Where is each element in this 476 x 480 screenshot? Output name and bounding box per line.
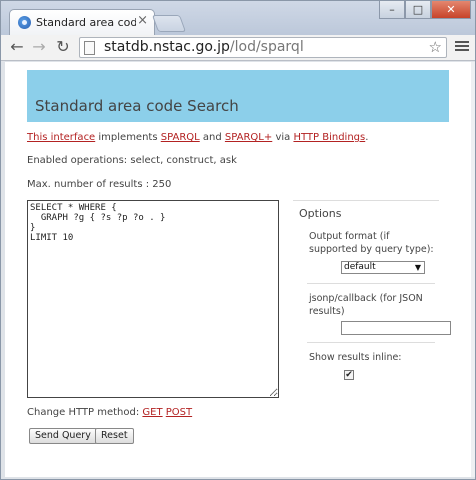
query-textarea[interactable]: SELECT * WHERE { GRAPH ?g { ?s ?p ?o . }… xyxy=(27,200,279,398)
options-title: Options xyxy=(299,207,342,220)
options-divider xyxy=(307,283,435,284)
intro-text-2: and xyxy=(199,132,225,143)
page-banner: Standard area code Search xyxy=(27,70,449,122)
browser-toolbar: ← → ↻ statdb.nstac.go.jp/lod/sparql ☆ xyxy=(1,35,475,61)
new-tab-button[interactable] xyxy=(151,15,187,32)
output-format-label: Output format (if supported by query typ… xyxy=(309,231,434,255)
url-text: statdb.nstac.go.jp/lod/sparql xyxy=(104,39,304,55)
close-window-button[interactable]: ✕ xyxy=(431,1,471,19)
intro-text-3: via xyxy=(272,132,294,143)
forward-arrow-icon[interactable]: → xyxy=(29,37,49,57)
vertical-scrollbar[interactable] xyxy=(471,62,475,477)
sparql-plus-link[interactable]: SPARQL+ xyxy=(225,132,272,143)
inline-results-label: Show results inline: xyxy=(309,352,402,363)
url-host: statdb.nstac.go.jp xyxy=(104,39,230,55)
intro-text-4: . xyxy=(365,132,369,143)
browser-window: Standard area code Sea × – □ ✕ ← → ↻ sta… xyxy=(0,0,476,480)
menu-icon[interactable] xyxy=(455,39,469,53)
enabled-operations-text: Enabled operations: select, construct, a… xyxy=(27,155,237,166)
options-divider xyxy=(307,342,435,343)
tab-title: Standard area code Sea xyxy=(36,16,136,29)
favicon-icon xyxy=(18,16,31,29)
change-method-label: Change HTTP method: xyxy=(27,407,143,418)
intro-text: This interface implements SPARQL and SPA… xyxy=(27,132,368,143)
window-controls: – □ ✕ xyxy=(379,1,471,21)
change-method-row: Change HTTP method: GET POST xyxy=(27,407,192,418)
options-panel: Options Output format (if supported by q… xyxy=(293,200,451,380)
browser-tab[interactable]: Standard area code Sea × xyxy=(9,9,155,35)
back-arrow-icon[interactable]: ← xyxy=(7,37,27,57)
post-method-link[interactable]: POST xyxy=(166,407,192,418)
minimize-button[interactable]: – xyxy=(379,1,405,19)
get-method-link[interactable]: GET xyxy=(142,407,162,418)
intro-text-1: implements xyxy=(95,132,161,143)
reload-icon[interactable]: ↻ xyxy=(53,37,73,57)
maximize-button[interactable]: □ xyxy=(405,1,431,19)
reset-button[interactable]: Reset xyxy=(95,428,134,444)
bookmark-star-icon[interactable]: ☆ xyxy=(429,38,442,56)
page-title: Standard area code Search xyxy=(35,97,239,115)
inline-results-checkbox[interactable]: ✔ xyxy=(344,370,354,380)
http-bindings-link[interactable]: HTTP Bindings xyxy=(293,132,365,143)
url-path: /lod/sparql xyxy=(229,39,304,55)
dropdown-arrow-icon: ▼ xyxy=(414,263,421,272)
jsonp-input[interactable] xyxy=(341,321,451,335)
max-results-text: Max. number of results : 250 xyxy=(27,179,172,190)
output-format-select[interactable]: default ▼ xyxy=(341,261,425,274)
this-interface-link[interactable]: This interface xyxy=(27,132,95,143)
page-content: Standard area code Search This interface… xyxy=(5,62,471,477)
address-bar[interactable]: statdb.nstac.go.jp/lod/sparql ☆ xyxy=(79,37,447,58)
close-tab-icon[interactable]: × xyxy=(137,13,148,28)
output-format-value: default xyxy=(344,262,376,272)
send-query-button[interactable]: Send Query xyxy=(29,428,97,444)
tab-strip: Standard area code Sea × – □ ✕ xyxy=(1,1,475,35)
options-divider xyxy=(293,200,439,201)
page-icon xyxy=(84,41,95,55)
jsonp-label: jsonp/callback (for JSON results) xyxy=(309,293,423,317)
sparql-link[interactable]: SPARQL xyxy=(161,132,200,143)
